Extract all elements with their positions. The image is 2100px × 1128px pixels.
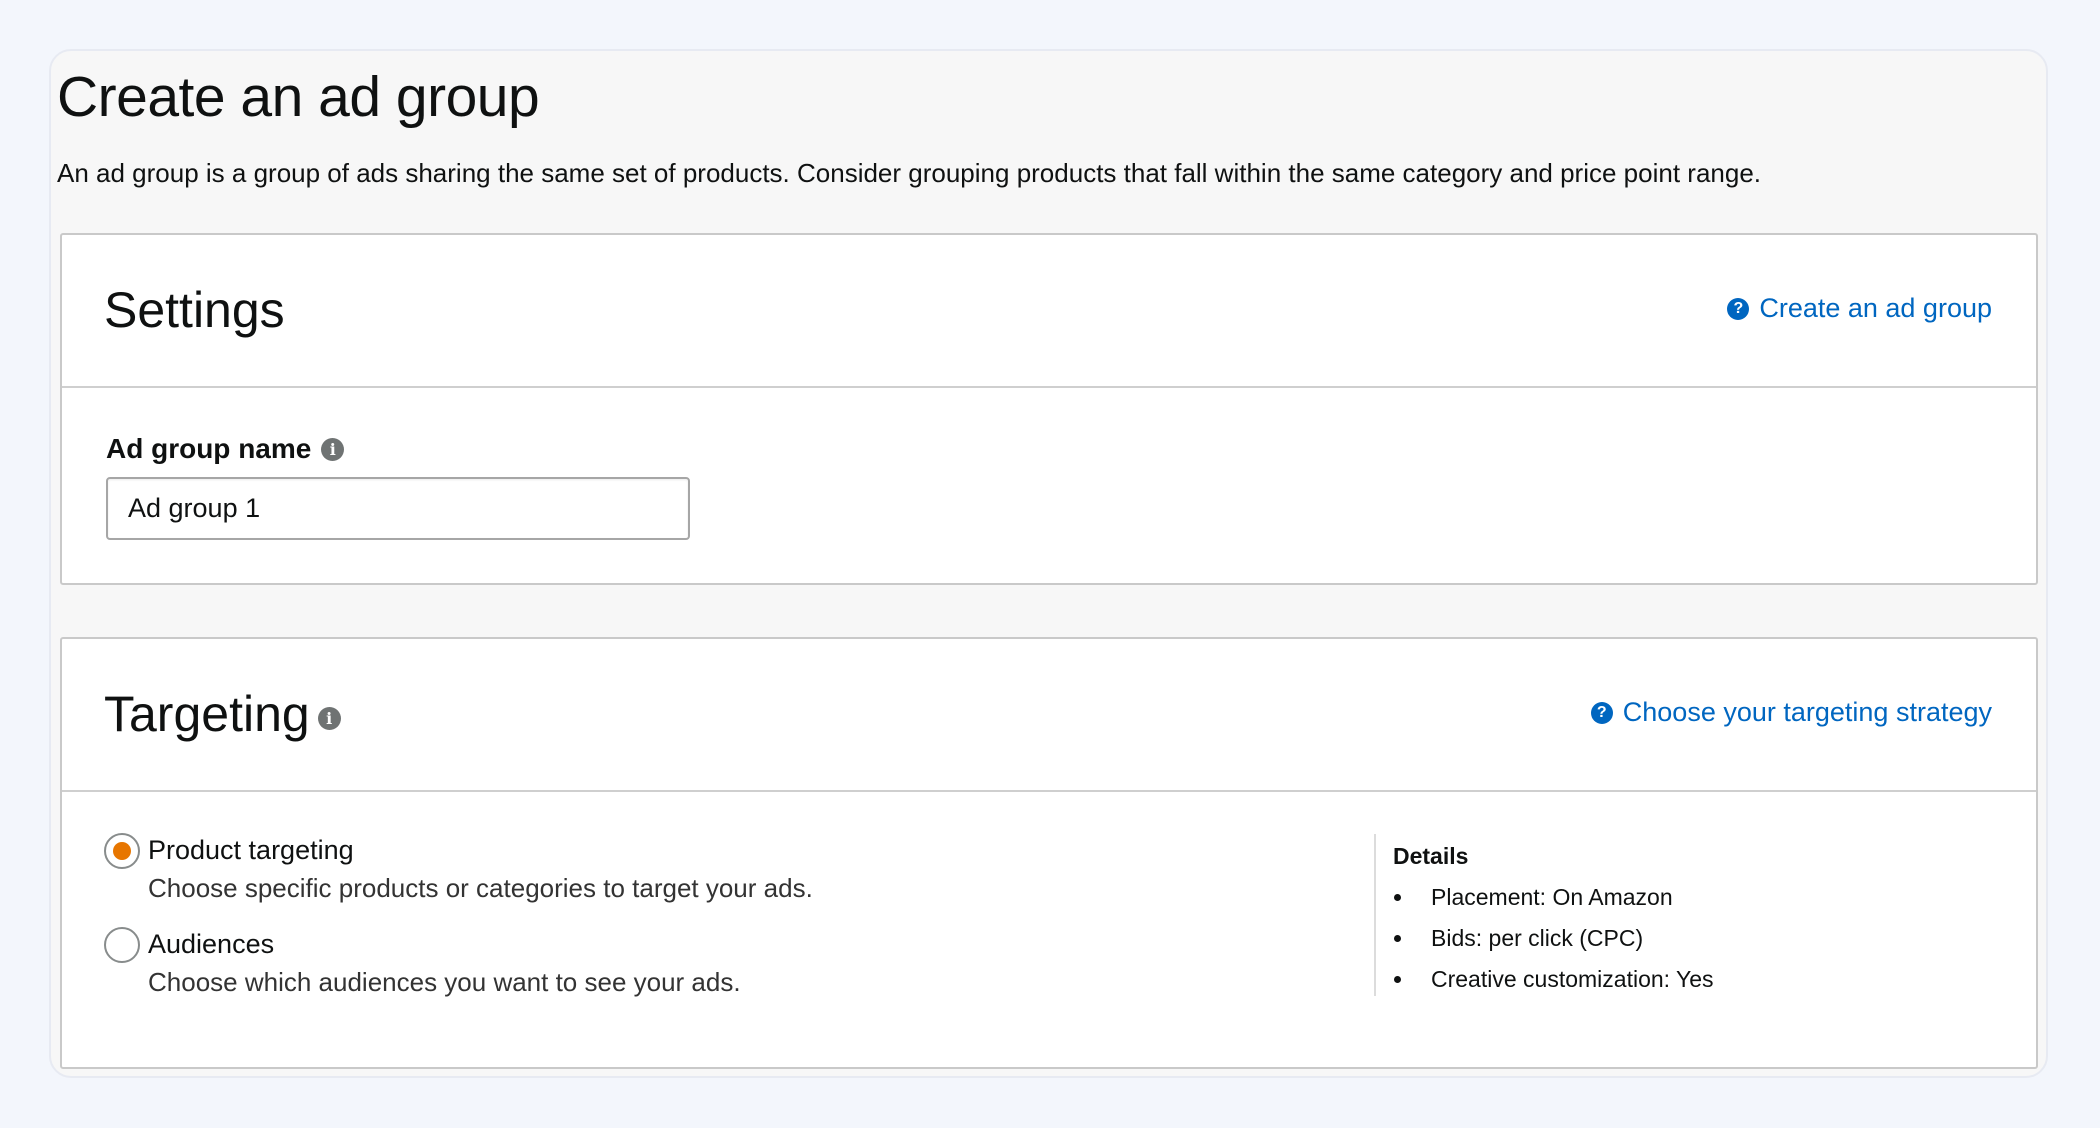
targeting-header: Targeting i ? Choose your targeting stra… <box>62 639 2036 792</box>
details-item-placement: Placement: On Amazon <box>1393 882 1714 923</box>
page-description: An ad group is a group of ads sharing th… <box>57 158 1762 188</box>
details-list: Placement: On Amazon Bids: per click (CP… <box>1393 882 1714 1005</box>
ad-group-name-input[interactable] <box>106 477 690 540</box>
audiences-label[interactable]: Audiences <box>148 929 274 960</box>
page-title: Create an ad group <box>57 65 540 129</box>
info-icon[interactable]: i <box>321 437 345 461</box>
help-circle-icon: ? <box>1727 297 1750 320</box>
details-item-creative: Creative customization: Yes <box>1393 964 1714 1005</box>
details-title: Details <box>1393 843 1469 869</box>
settings-title-text: Settings <box>104 282 285 338</box>
create-ad-group-help-link[interactable]: ? Create an ad group <box>1727 293 1992 324</box>
audiences-radio[interactable] <box>104 927 140 963</box>
details-item-bids: Bids: per click (CPC) <box>1393 923 1714 964</box>
settings-title: Settings <box>104 281 285 339</box>
settings-header: Settings ? Create an ad group <box>62 235 2036 388</box>
targeting-card: Targeting i ? Choose your targeting stra… <box>60 637 2038 1069</box>
targeting-strategy-help-link[interactable]: ? Choose your targeting strategy <box>1590 697 1992 728</box>
targeting-details: Details Placement: On Amazon Bids: per c… <box>1374 834 1714 996</box>
targeting-title: Targeting i <box>104 685 341 743</box>
info-icon[interactable]: i <box>317 706 341 730</box>
ad-group-name-label: Ad group name i <box>106 433 345 465</box>
product-targeting-label[interactable]: Product targeting <box>148 835 354 866</box>
help-circle-icon: ? <box>1590 701 1613 724</box>
ad-group-name-label-text: Ad group name <box>106 433 312 464</box>
product-targeting-radio[interactable] <box>104 833 140 869</box>
targeting-title-text: Targeting <box>104 686 310 742</box>
create-ad-group-help-link-label: Create an ad group <box>1759 293 1992 323</box>
audiences-description: Choose which audiences you want to see y… <box>148 967 741 997</box>
targeting-strategy-help-link-label: Choose your targeting strategy <box>1622 697 1992 727</box>
settings-card: Settings ? Create an ad group Ad group n… <box>60 233 2038 585</box>
product-targeting-description: Choose specific products or categories t… <box>148 873 813 903</box>
